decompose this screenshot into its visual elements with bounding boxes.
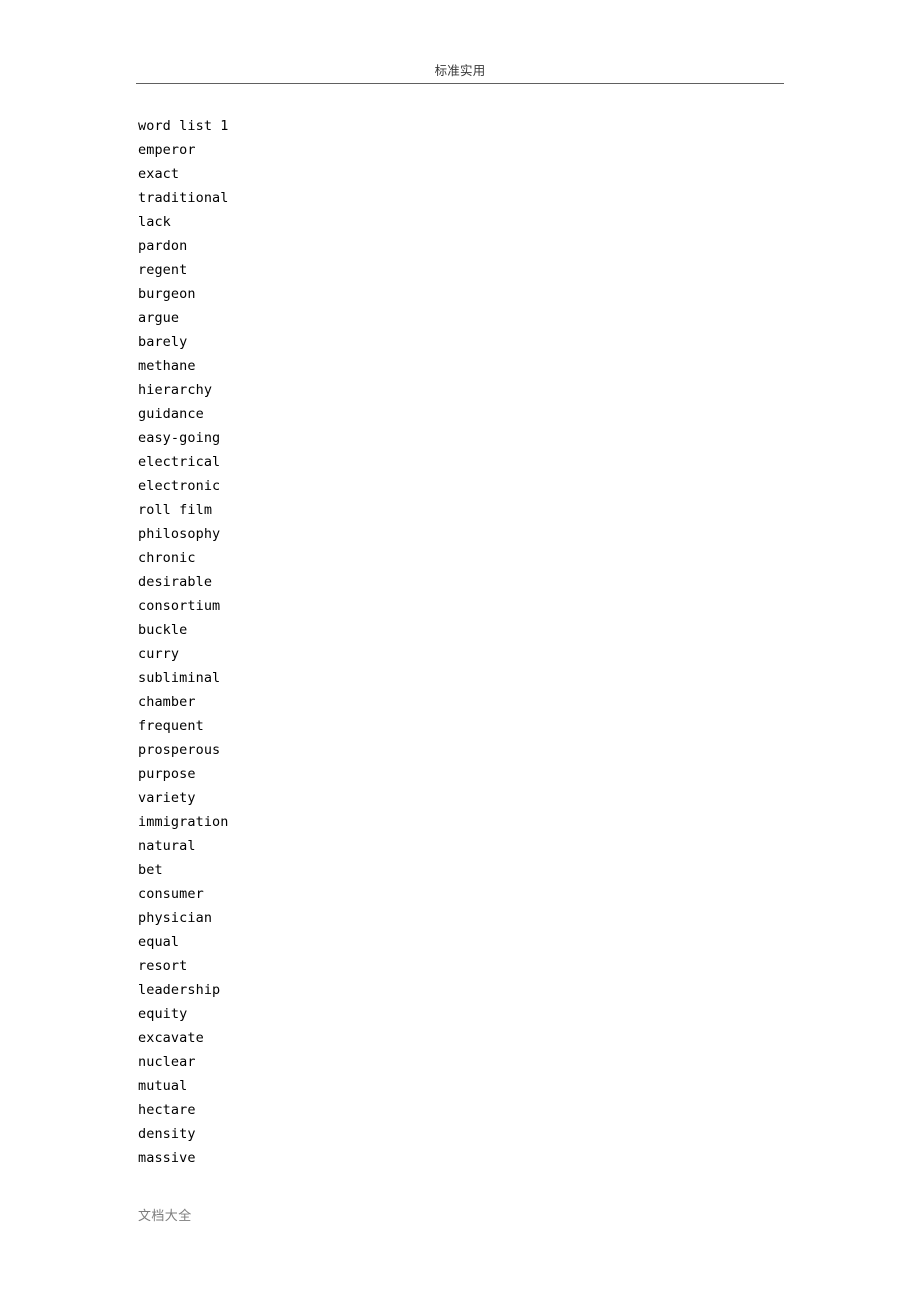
word-line: emperor: [138, 142, 196, 158]
word-line: variety: [138, 790, 196, 806]
page-footer: 文档大全: [138, 1205, 786, 1227]
word-line: hierarchy: [138, 382, 213, 398]
word-line: excavate: [138, 1030, 204, 1046]
document-page: 标准实用 word list 1 emperor exact traditional l…: [0, 0, 920, 1302]
word-line: frequent: [138, 718, 204, 734]
word-line: methane: [138, 358, 196, 374]
word-line: regent: [138, 262, 188, 278]
word-line: resort: [138, 958, 188, 974]
header-divider: [136, 83, 784, 84]
word-line: electrical: [138, 454, 221, 470]
header-title: 标准实用: [434, 63, 486, 78]
word-line: natural: [138, 838, 196, 854]
word-line: massive: [138, 1150, 196, 1166]
word-line: word list 1: [138, 118, 229, 134]
word-list: word list 1 emperor exact traditional lack pa…: [138, 114, 788, 1170]
word-line: argue: [138, 310, 180, 326]
word-line: philosophy: [138, 526, 221, 542]
word-line: chronic: [138, 550, 196, 566]
word-line: chamber: [138, 694, 196, 710]
word-line: buckle: [138, 622, 188, 638]
word-line: bet: [138, 862, 163, 878]
word-line: density: [138, 1126, 196, 1142]
word-line: electronic: [138, 478, 221, 494]
word-line: equity: [138, 1006, 188, 1022]
word-line: lack: [138, 214, 171, 230]
word-line: burgeon: [138, 286, 196, 302]
word-line: consortium: [138, 598, 221, 614]
word-line: immigration: [138, 814, 229, 830]
page-header: 标准实用: [136, 62, 784, 86]
footer-label: 文档大全: [138, 1209, 192, 1224]
word-line: curry: [138, 646, 180, 662]
word-line: subliminal: [138, 670, 221, 686]
word-line: mutual: [138, 1078, 188, 1094]
word-line: hectare: [138, 1102, 196, 1118]
word-line: prosperous: [138, 742, 221, 758]
word-line: easy-going: [138, 430, 221, 446]
word-line: leadership: [138, 982, 221, 998]
word-line: physician: [138, 910, 213, 926]
word-line: consumer: [138, 886, 204, 902]
word-line: purpose: [138, 766, 196, 782]
word-line: equal: [138, 934, 180, 950]
word-line: pardon: [138, 238, 188, 254]
word-line: roll film: [138, 502, 213, 518]
word-line: exact: [138, 166, 180, 182]
word-line: desirable: [138, 574, 213, 590]
word-line: nuclear: [138, 1054, 196, 1070]
word-line: barely: [138, 334, 188, 350]
word-line: traditional: [138, 190, 229, 206]
word-line: guidance: [138, 406, 204, 422]
